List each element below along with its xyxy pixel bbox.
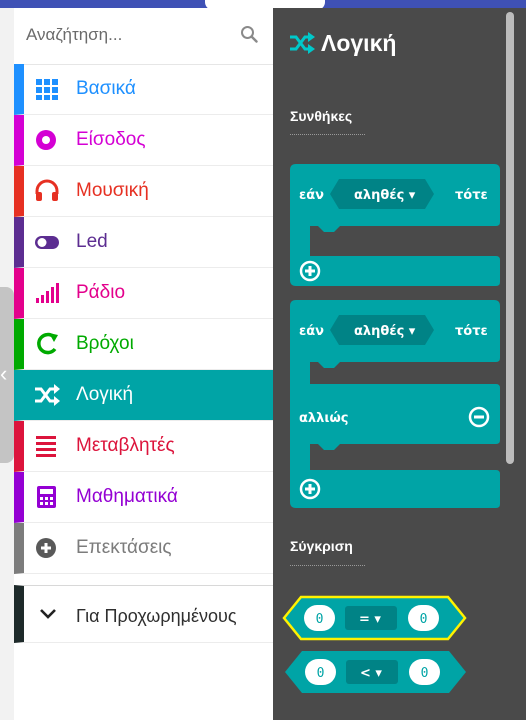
collapse-toolbox-handle[interactable]: ‹ bbox=[0, 287, 14, 463]
section-divider bbox=[290, 134, 365, 135]
compare-less-block[interactable]: 0 < ▾ 0 bbox=[283, 648, 473, 696]
left-operand[interactable]: 0 bbox=[317, 666, 325, 681]
toolbox: Βασικά Είσοδος Μουσική Led Ράδιο bbox=[14, 8, 273, 720]
list-lines-icon bbox=[36, 436, 56, 457]
category-led[interactable]: Led bbox=[14, 217, 273, 268]
shuffle-icon bbox=[290, 32, 315, 54]
chevron-down-icon bbox=[40, 609, 56, 619]
compare-equal-block[interactable]: 0 = ▾ 0 bbox=[281, 594, 471, 642]
calculator-icon bbox=[37, 486, 56, 508]
category-math[interactable]: Μαθηματικά bbox=[14, 472, 273, 523]
category-label: Led bbox=[76, 231, 108, 252]
advanced-label: Για Προχωρημένους bbox=[76, 606, 237, 626]
headphones-icon bbox=[35, 179, 59, 201]
else-keyword: αλλιώς bbox=[299, 411, 348, 426]
operator-dropdown[interactable]: < ▾ bbox=[360, 666, 382, 681]
operator-dropdown[interactable]: = ▾ bbox=[359, 612, 381, 627]
shuffle-icon bbox=[35, 384, 60, 406]
condition-dropdown[interactable]: αληθές ▾ bbox=[354, 324, 416, 339]
if-keyword: εάν bbox=[299, 188, 324, 203]
category-extensions[interactable]: Επεκτάσεις bbox=[14, 523, 273, 574]
then-keyword: τότε bbox=[455, 188, 488, 203]
search-input[interactable] bbox=[24, 20, 228, 50]
section-comparison: Σύγκριση bbox=[290, 538, 353, 554]
search-icon[interactable] bbox=[240, 25, 258, 43]
if-else-block[interactable]: εάν αληθές ▾ τότε αλλιώς bbox=[290, 300, 500, 510]
category-label: Μαθηματικά bbox=[76, 486, 178, 507]
category-logic[interactable]: Λογική bbox=[14, 370, 273, 421]
category-variables[interactable]: Μεταβλητές bbox=[14, 421, 273, 472]
grid-icon bbox=[36, 79, 58, 100]
signal-bars-icon bbox=[36, 283, 59, 303]
flyout-title: Λογική bbox=[321, 30, 397, 56]
category-input[interactable]: Είσοδος bbox=[14, 115, 273, 166]
toggle-icon bbox=[35, 236, 59, 249]
category-label: Ράδιο bbox=[76, 282, 126, 303]
category-label: Μεταβλητές bbox=[76, 435, 175, 456]
if-then-block[interactable]: εάν αληθές ▾ τότε bbox=[290, 164, 500, 294]
plus-circle-icon bbox=[36, 538, 56, 558]
section-conditions: Συνθήκες bbox=[290, 108, 353, 124]
category-label: Επεκτάσεις bbox=[76, 537, 172, 558]
category-label: Λογική bbox=[76, 384, 134, 405]
condition-dropdown[interactable]: αληθές ▾ bbox=[354, 188, 416, 203]
then-keyword: τότε bbox=[455, 324, 488, 339]
top-bar bbox=[0, 0, 526, 10]
category-loops[interactable]: Βρόχοι bbox=[14, 319, 273, 370]
right-operand[interactable]: 0 bbox=[420, 612, 428, 627]
advanced-toggle[interactable]: Για Προχωρημένους bbox=[14, 585, 273, 643]
chevron-left-icon: ‹ bbox=[0, 361, 8, 386]
category-radio[interactable]: Ράδιο bbox=[14, 268, 273, 319]
logic-flyout: Λογική Συνθήκες εάν αληθές ▾ τότε εάν αλ… bbox=[273, 8, 526, 720]
flyout-scrollbar[interactable] bbox=[506, 12, 514, 464]
category-label: Βρόχοι bbox=[76, 333, 134, 354]
category-basic[interactable]: Βασικά bbox=[14, 64, 273, 115]
category-label: Μουσική bbox=[76, 180, 149, 201]
input-dot-icon bbox=[36, 130, 56, 150]
left-operand[interactable]: 0 bbox=[316, 612, 324, 627]
category-music[interactable]: Μουσική bbox=[14, 166, 273, 217]
if-keyword: εάν bbox=[299, 324, 324, 339]
category-label: Είσοδος bbox=[76, 129, 146, 150]
section-divider bbox=[290, 565, 365, 566]
search-bar bbox=[14, 8, 273, 65]
right-operand[interactable]: 0 bbox=[421, 666, 429, 681]
refresh-icon bbox=[37, 332, 58, 355]
category-label: Βασικά bbox=[76, 78, 136, 99]
